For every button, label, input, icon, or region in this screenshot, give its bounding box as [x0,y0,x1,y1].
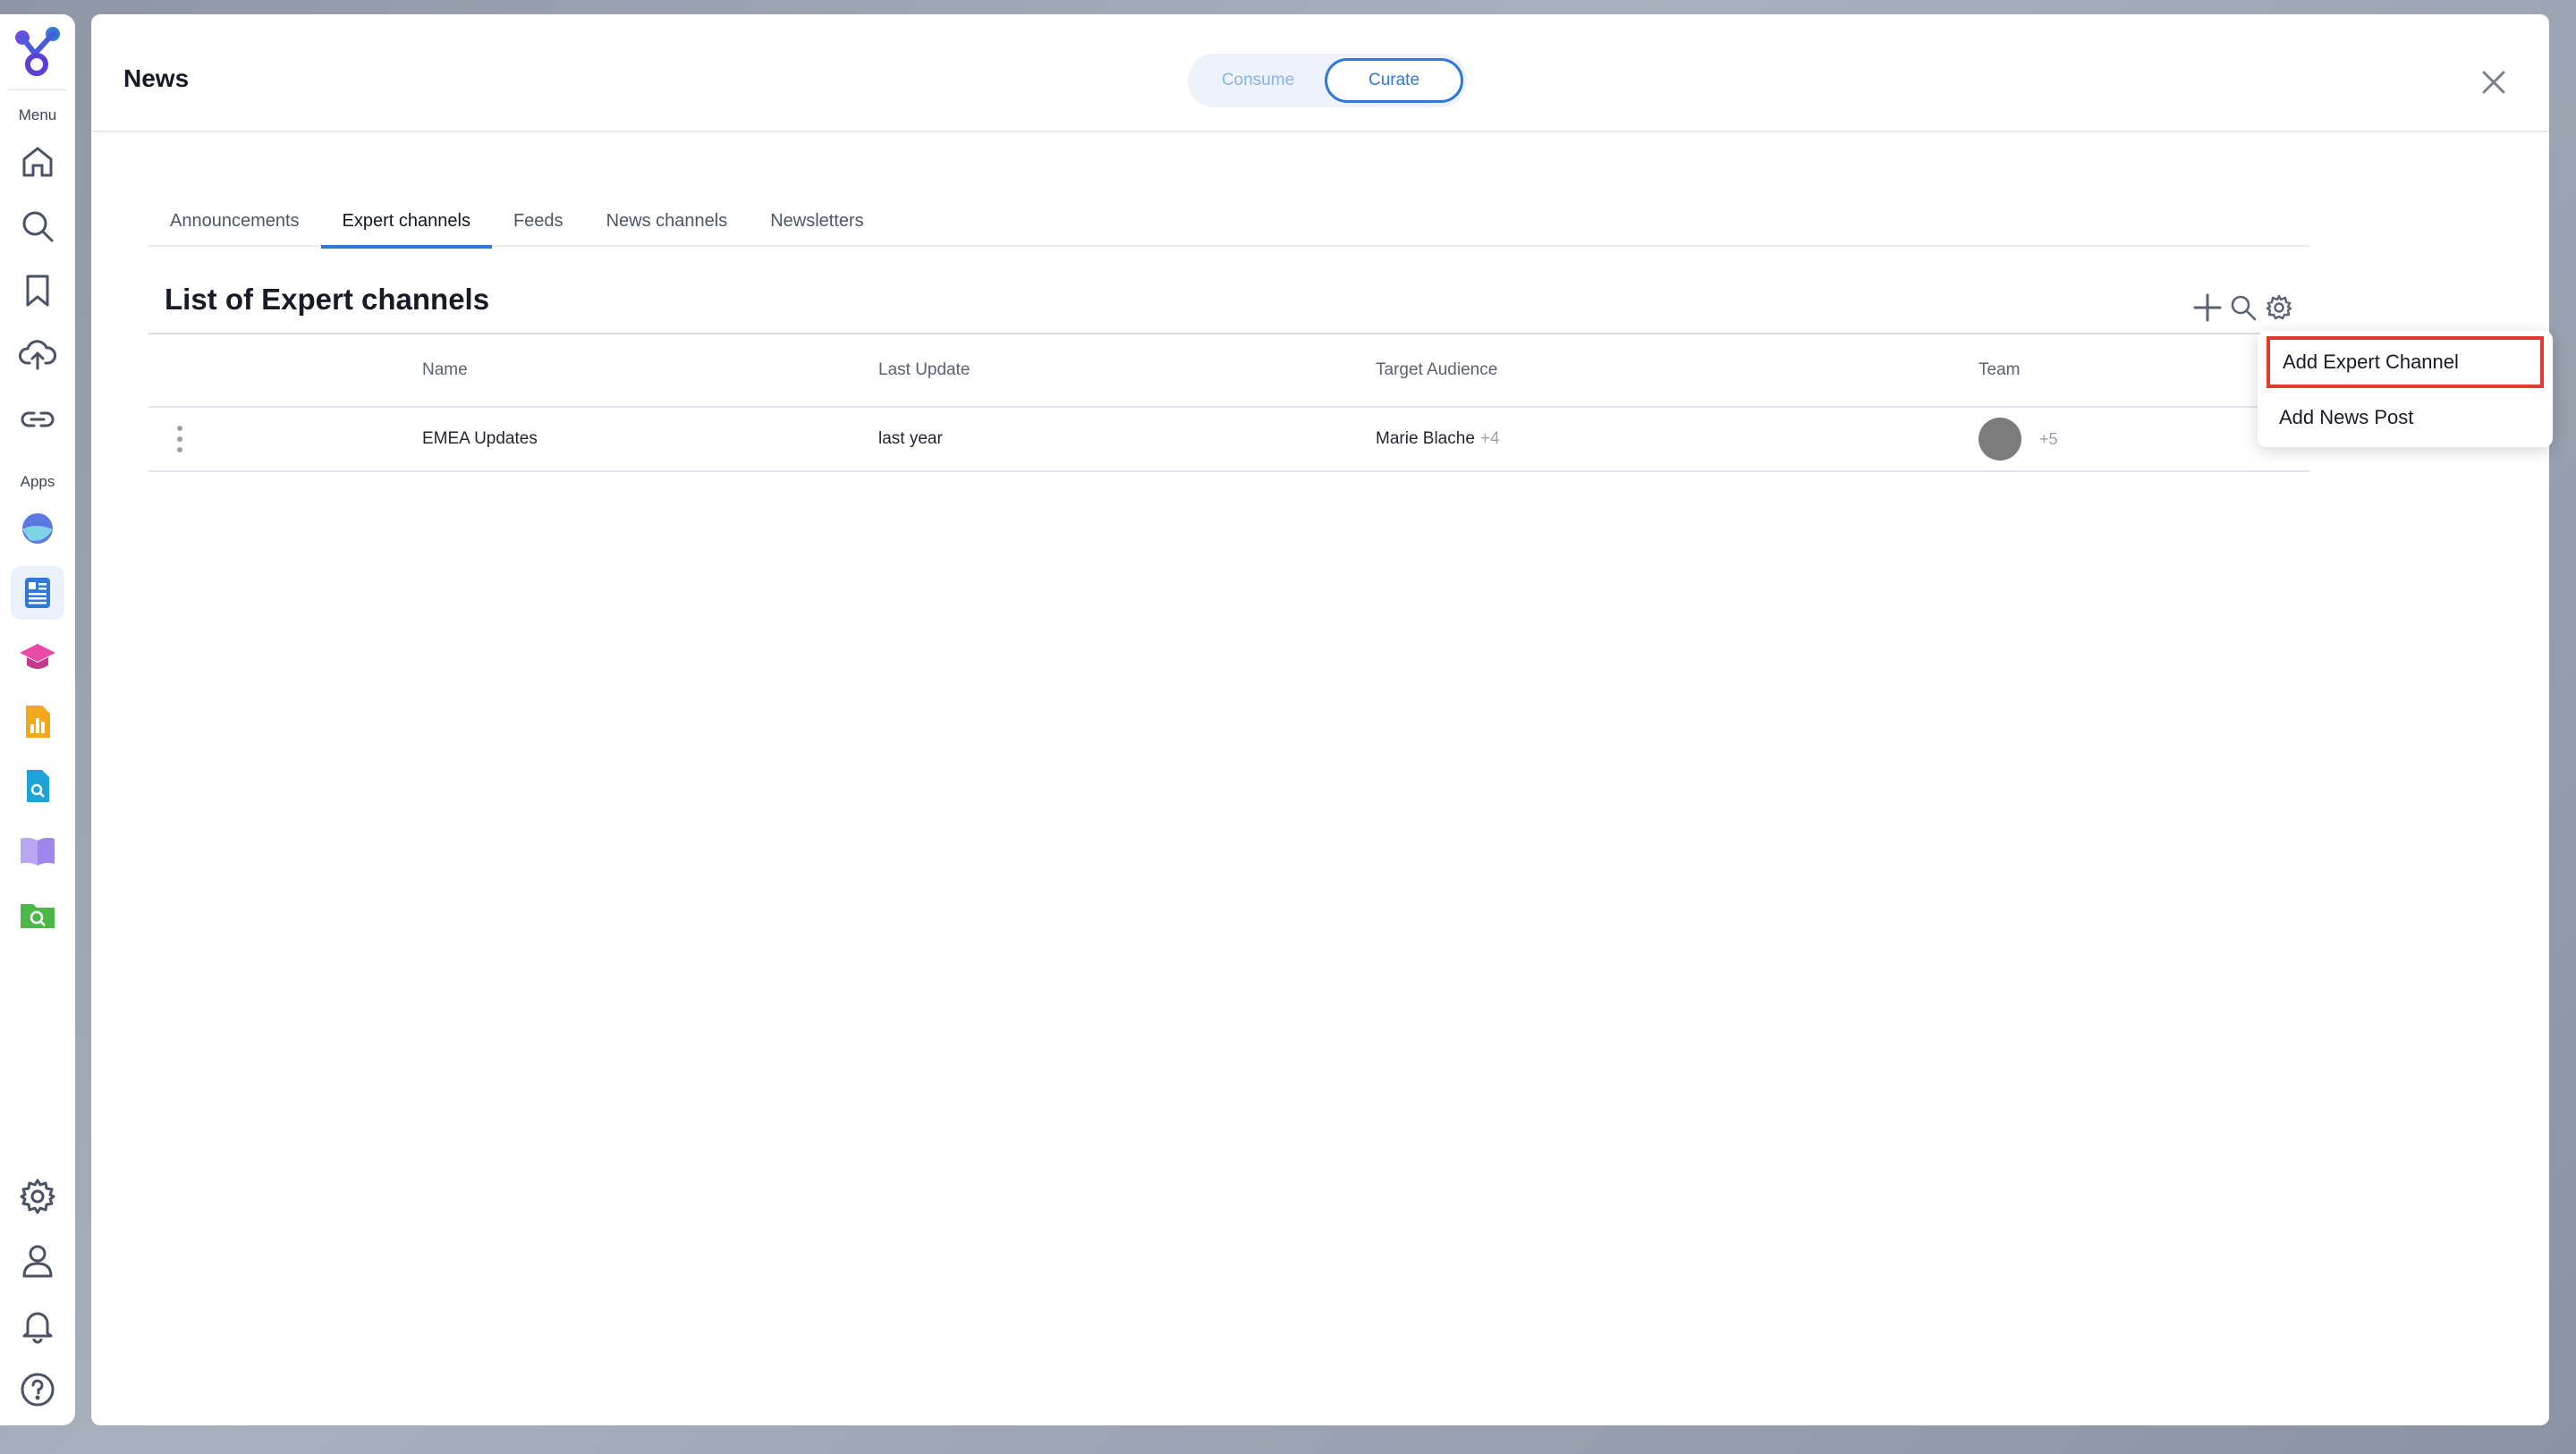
list-settings-button[interactable] [2263,292,2295,324]
link-icon [21,411,55,427]
bookmarks-button[interactable] [11,264,64,317]
profile-button[interactable] [11,1234,64,1288]
home-icon [22,147,53,177]
toggle-curate[interactable]: Curate [1325,58,1463,103]
list-toolbar [2191,292,2295,324]
sphere-app-icon [22,513,53,544]
row-last-update: last year [878,429,943,448]
column-team[interactable]: Team [1979,334,2020,406]
book-app-icon [21,837,55,866]
settings-button[interactable] [11,1170,64,1223]
tab-newsletters[interactable]: Newsletters [749,195,885,247]
panel-header: News Consume Curate [91,14,2549,132]
search-list-button[interactable] [2227,292,2259,324]
row-actions-kebab-icon[interactable] [175,426,184,456]
user-icon [22,1245,53,1278]
home-button[interactable] [11,135,64,189]
app-rail: Menu Apps [0,14,75,1425]
app-analytics[interactable] [11,695,64,748]
search-button[interactable] [11,199,64,253]
links-button[interactable] [11,393,64,446]
tab-feeds[interactable]: Feeds [492,195,585,247]
table-row[interactable]: EMEA Updates last year Marie Blache +4 +… [148,408,2309,472]
help-button[interactable] [11,1363,64,1416]
add-button[interactable] [2191,292,2224,324]
column-last-update[interactable]: Last Update [878,334,970,406]
rail-divider [8,89,67,90]
analytics-app-icon [26,706,50,738]
learning-app-icon [20,644,55,669]
table-header: Name Last Update Target Audience Team [148,334,2309,408]
audience-name: Marie Blache [1376,429,1475,448]
settings-icon [20,1179,55,1214]
row-team: +5 [1979,408,2058,470]
team-more-count: +5 [2039,429,2058,448]
search-icon [2231,295,2257,321]
content-tabs: Announcements Expert channels Feeds News… [148,195,2309,249]
plus-icon [2193,293,2222,322]
avatar [1979,418,2021,461]
document-search-app-icon [27,770,49,802]
row-target-audience: Marie Blache +4 [1376,408,1500,470]
toggle-consume[interactable]: Consume [1191,58,1325,103]
tab-expert-channels[interactable]: Expert channels [320,195,493,249]
page-title: News [123,64,190,92]
column-target-audience[interactable]: Target Audience [1376,334,1497,406]
app-folder-search[interactable] [11,888,64,942]
row-name[interactable]: EMEA Updates [422,408,538,470]
gear-icon [2266,294,2292,320]
brand-logo-icon[interactable] [8,21,67,80]
upload-cloud-icon [19,340,56,370]
view-mode-toggle: Consume Curate [1188,54,1467,107]
folder-search-app-icon [21,904,55,928]
news-app-icon [25,578,50,608]
bell-icon [22,1312,53,1344]
list-title: List of Expert channels [165,283,490,316]
upload-button[interactable] [11,328,64,382]
menu-item-add-expert-channel[interactable]: Add Expert Channel [2267,336,2544,388]
add-dropdown-menu: Add Expert Channel Add News Post [2258,331,2553,447]
app-book[interactable] [11,824,64,877]
help-icon [21,1373,55,1407]
app-document-search[interactable] [11,759,64,813]
tab-news-channels[interactable]: News channels [585,195,750,247]
notifications-button[interactable] [11,1298,64,1352]
menu-item-add-news-post[interactable]: Add News Post [2267,392,2544,444]
expert-channels-table: Name Last Update Target Audience Team EM… [148,333,2309,472]
column-name[interactable]: Name [422,334,468,406]
close-icon[interactable] [2476,64,2512,100]
app-news[interactable] [11,566,64,620]
audience-more-count: +4 [1479,429,1500,448]
apps-label: Apps [20,473,55,490]
app-sphere[interactable] [11,502,64,555]
app-learning[interactable] [11,630,64,684]
menu-label: Menu [18,106,57,123]
bookmark-icon [26,275,49,307]
tab-announcements[interactable]: Announcements [148,195,321,247]
search-icon [22,211,54,242]
